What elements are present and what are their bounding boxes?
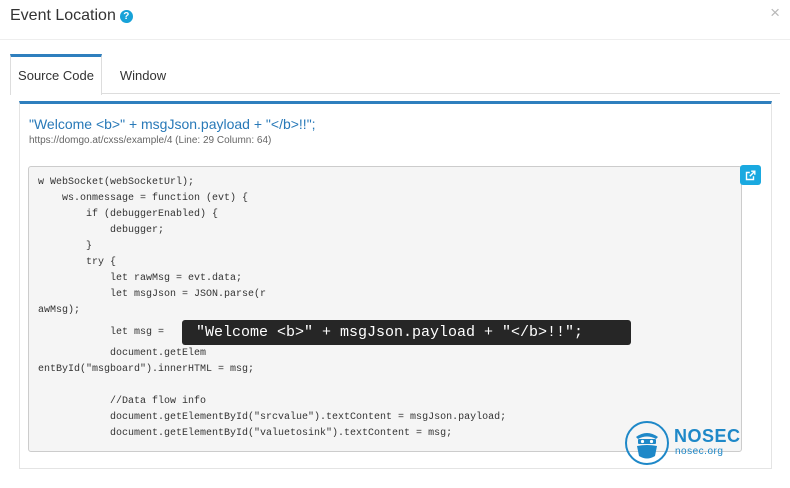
open-external-button[interactable] [740, 165, 761, 185]
source-panel: "Welcome <b>" + msgJson.payload + "</b>!… [19, 101, 772, 469]
code-line: entById("msgboard").innerHTML = msg; [38, 364, 255, 375]
modal-title: Event Location ? [10, 7, 133, 25]
code-block: w WebSocket(webSocketUrl); ws.onmessage … [28, 166, 742, 452]
code-line: document.getElementById("srcvalue").text… [38, 412, 507, 423]
code-line: ws.onmessage = function (evt) { [38, 193, 249, 204]
code-line: } [38, 241, 93, 252]
code-line: let rawMsg = evt.data; [38, 273, 243, 284]
expression-tooltip: "Welcome <b>" + msgJson.payload + "</b>!… [182, 320, 631, 345]
tab-bar: Source Code Window [10, 54, 780, 95]
modal-header: Event Location ? × [0, 0, 790, 40]
modal-title-text: Event Location [10, 7, 116, 24]
nosec-logo: NOSEC nosec.org [624, 418, 742, 468]
code-line: document.getElem [38, 348, 207, 359]
panel-title: "Welcome <b>" + msgJson.payload + "</b>!… [29, 116, 316, 132]
code-line: awMsg); [38, 305, 81, 316]
code-line: if (debuggerEnabled) { [38, 209, 219, 220]
external-link-icon [745, 170, 756, 180]
help-icon[interactable]: ? [119, 10, 133, 23]
logo-url: nosec.org [675, 446, 724, 457]
code-line: //Data flow info [38, 396, 207, 407]
code-line: debugger; [38, 225, 165, 236]
code-line: w WebSocket(webSocketUrl); [38, 177, 195, 188]
code-line: document.getElementById("valuetosink").t… [38, 428, 453, 439]
code-line: try { [38, 257, 117, 268]
code-line: let msg = [38, 327, 165, 338]
code-line: let msgJson = JSON.parse(r [38, 289, 267, 300]
tab-source-code[interactable]: Source Code [10, 54, 102, 95]
logo-name: NOSEC [674, 426, 741, 446]
close-icon[interactable]: × [770, 4, 780, 21]
shield-logo-icon [625, 421, 669, 465]
panel-location: https://domgo.at/cxss/example/4 (Line: 2… [29, 135, 272, 146]
tab-window[interactable]: Window [110, 54, 176, 94]
